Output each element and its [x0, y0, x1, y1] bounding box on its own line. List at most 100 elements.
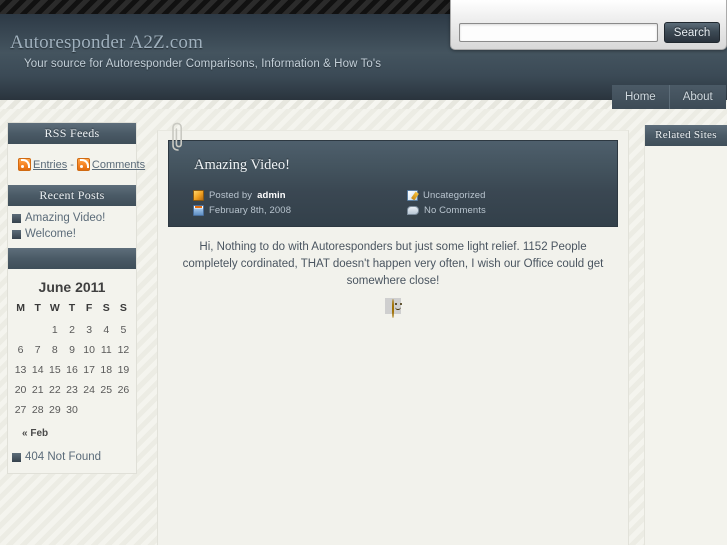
rss-icon: [18, 158, 31, 171]
calendar-day: 14: [31, 364, 44, 376]
site-title: Autoresponder A2Z.com: [10, 32, 204, 53]
calendar-day: 13: [14, 364, 27, 376]
calendar-day: 24: [83, 384, 95, 396]
calendar-weekday: S: [102, 302, 110, 314]
calendar-weekday: S: [119, 302, 127, 314]
post-category-label[interactable]: Uncategorized: [423, 190, 486, 201]
site-tagline: Your source for Autoresponder Comparison…: [24, 58, 382, 70]
widget-title-rss-feeds: RSS Feeds: [8, 123, 136, 144]
post-meta-right: Uncategorized No Comments: [393, 188, 607, 218]
not-found-label: 404 Not Found: [25, 451, 102, 463]
calendar-day: 16: [66, 364, 78, 376]
calendar-day: 6: [17, 344, 24, 356]
calendar-week-row: 20 21 22 23 24 25 26: [12, 380, 132, 400]
right-sidebar: Related Sites: [644, 125, 727, 545]
calendar-day: [12, 320, 29, 340]
post-header-box: Amazing Video! Posted by admin February …: [168, 140, 618, 227]
nav-tab-about[interactable]: About: [668, 85, 726, 109]
widget-title-related-sites: Related Sites: [645, 125, 727, 146]
calendar-day: [81, 400, 98, 420]
left-sidebar: RSS Feeds Entries - Comments Recent Post…: [7, 122, 145, 474]
calendar-weekday: W: [49, 302, 60, 314]
recent-posts-list: Amazing Video! Welcome!: [8, 206, 136, 248]
bullet-square-icon: [12, 452, 21, 462]
post-comments-label[interactable]: No Comments: [424, 205, 486, 216]
rss-icon: [76, 158, 90, 171]
post-author-name[interactable]: admin: [257, 190, 285, 201]
calendar-day: 18: [100, 364, 113, 376]
post-comments: No Comments: [407, 203, 607, 218]
calendar-day: 26: [117, 384, 130, 396]
calendar-day: 15: [49, 364, 61, 376]
recent-post-label: Welcome!: [25, 228, 76, 240]
widget-title-recent-posts: Recent Posts: [8, 185, 136, 206]
calendar-day: 17: [83, 364, 95, 376]
rss-links-row: Entries - Comments: [14, 152, 145, 181]
calendar-week-row: 1 2 3 4 5: [12, 320, 132, 340]
nav-tab-home[interactable]: Home: [612, 85, 669, 109]
paperclip-icon: [172, 122, 182, 151]
post-title[interactable]: Amazing Video!: [169, 141, 617, 188]
calendar-day: 7: [34, 344, 41, 356]
not-found-item[interactable]: 404 Not Found: [8, 443, 136, 465]
post-date-label: February 8th, 2008: [209, 205, 292, 216]
category-icon: [407, 190, 418, 201]
smiley-icon: [385, 298, 401, 318]
rss-entries-link[interactable]: Entries: [33, 159, 67, 171]
calendar-weekday: T: [68, 302, 76, 314]
list-item[interactable]: Welcome!: [12, 226, 136, 242]
search-form: Search: [459, 22, 720, 43]
post-meta-left: Posted by admin February 8th, 2008: [179, 188, 393, 218]
calendar-day: 23: [66, 384, 78, 396]
calendar-week-row: 13 14 15 16 17 18 19: [12, 360, 132, 380]
calendar-weekday: F: [85, 302, 93, 314]
calendar-day: [115, 400, 132, 420]
post-meta: Posted by admin February 8th, 2008 Uncat…: [169, 188, 617, 226]
post-author-prefix: Posted by: [209, 190, 253, 201]
search-panel: Search: [450, 0, 727, 50]
calendar-day: 2: [69, 324, 75, 336]
calendar-prev-month-link[interactable]: « Feb: [12, 420, 132, 443]
calendar-weekday: M: [16, 302, 25, 314]
search-button[interactable]: Search: [664, 22, 720, 43]
calendar-day: 1: [51, 324, 58, 336]
calendar-day: 29: [49, 404, 61, 416]
widget-title-calendar: [8, 248, 136, 269]
calendar-icon: [193, 205, 204, 216]
main-navigation: Home About: [612, 85, 726, 109]
post-author: Posted by admin: [193, 188, 393, 203]
post-date: February 8th, 2008: [193, 203, 393, 218]
calendar-widget: June 2011 M T W T F S S 1 2 3 4 5 6 7 8 …: [8, 269, 136, 443]
rss-comments-link[interactable]: Comments: [92, 159, 145, 171]
comment-bubble-icon: [407, 206, 419, 215]
search-input[interactable]: [459, 23, 658, 42]
calendar-caption: June 2011: [38, 279, 106, 295]
calendar-weekday: T: [34, 302, 41, 314]
calendar-week-row: 27 28 29 30: [12, 400, 132, 420]
calendar-day: 27: [14, 404, 27, 416]
calendar-week-row: 6 7 8 9 10 11 12: [12, 340, 132, 360]
calendar-table: M T W T F S S 1 2 3 4 5 6 7 8 9 10 11 12…: [12, 300, 132, 420]
calendar-day: 11: [100, 344, 112, 356]
calendar-day: 9: [69, 344, 75, 356]
calendar-day: 5: [120, 324, 127, 336]
post-category: Uncategorized: [407, 188, 607, 203]
recent-post-label: Amazing Video!: [25, 212, 106, 224]
bullet-square-icon: [12, 229, 21, 239]
bullet-square-icon: [12, 213, 21, 223]
smiley-face: [392, 299, 394, 318]
calendar-day: [29, 320, 46, 340]
post-emoticon-wrap: [158, 294, 628, 318]
calendar-day: 10: [83, 344, 95, 356]
calendar-day: 20: [14, 384, 27, 396]
calendar-day: 30: [66, 404, 78, 416]
rss-feeds-widget: Entries - Comments: [8, 144, 145, 185]
calendar-day: 25: [100, 384, 113, 396]
calendar-day: 22: [49, 384, 61, 396]
list-item[interactable]: Amazing Video!: [12, 210, 136, 226]
post-body-text: Hi, Nothing to do with Autoresponders bu…: [182, 241, 604, 287]
main-content-column: Amazing Video! Posted by admin February …: [157, 122, 629, 545]
calendar-day: 12: [117, 344, 130, 356]
calendar-day: 4: [103, 324, 110, 336]
calendar-day: [98, 400, 115, 420]
